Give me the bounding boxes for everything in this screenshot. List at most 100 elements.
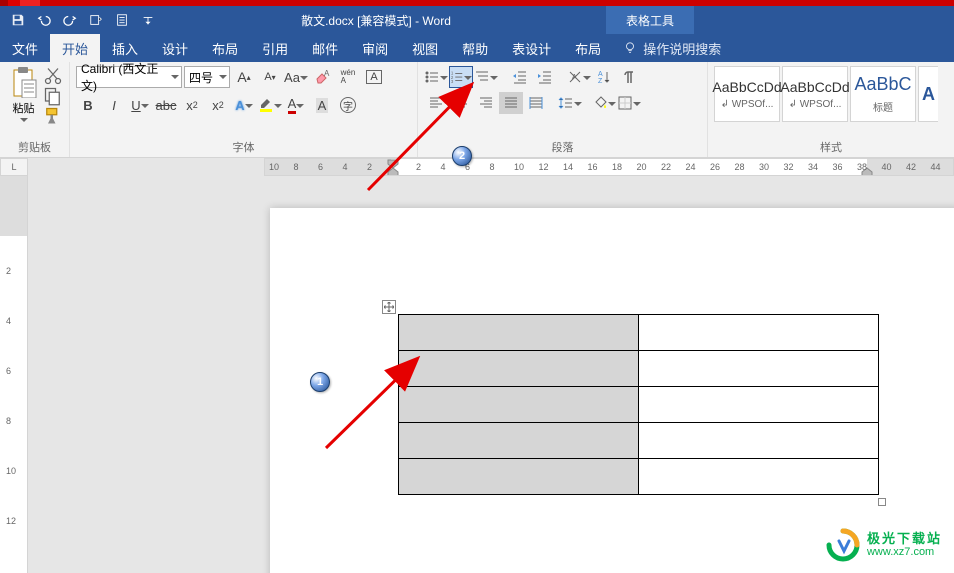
highlight-button[interactable] bbox=[258, 94, 282, 116]
vertical-ruler[interactable]: 2 4 6 8 10 12 bbox=[0, 176, 28, 573]
tab-review[interactable]: 审阅 bbox=[350, 34, 400, 62]
tab-home[interactable]: 开始 bbox=[50, 34, 100, 62]
enclose-char-button[interactable]: 字 bbox=[336, 94, 360, 116]
quick-access-toolbar bbox=[0, 8, 166, 32]
svg-text:A: A bbox=[598, 71, 603, 78]
callout-1: 1 bbox=[310, 372, 330, 392]
bold-button[interactable]: B bbox=[76, 94, 100, 116]
char-shading-button[interactable]: A bbox=[310, 94, 334, 116]
qat-customize[interactable] bbox=[136, 8, 160, 32]
change-case-button[interactable]: Aa bbox=[284, 66, 308, 88]
table-row bbox=[399, 351, 879, 387]
font-size-value: 四号 bbox=[189, 69, 213, 86]
multilevel-list-button[interactable] bbox=[474, 66, 498, 88]
char-border-button[interactable]: A bbox=[362, 66, 386, 88]
tab-view[interactable]: 视图 bbox=[400, 34, 450, 62]
tab-layout[interactable]: 布局 bbox=[200, 34, 250, 62]
save-button[interactable] bbox=[6, 8, 30, 32]
qat-button-2[interactable] bbox=[110, 8, 134, 32]
font-size-combo[interactable]: 四号 bbox=[184, 66, 230, 88]
redo-button[interactable] bbox=[58, 8, 82, 32]
phonetic-guide-button[interactable]: wénA bbox=[336, 66, 360, 88]
distribute-button[interactable] bbox=[524, 92, 548, 114]
superscript-button[interactable]: x2 bbox=[206, 94, 230, 116]
undo-button[interactable] bbox=[32, 8, 56, 32]
cut-button[interactable] bbox=[43, 66, 63, 84]
table-move-handle[interactable] bbox=[382, 300, 396, 314]
word-table[interactable] bbox=[398, 314, 879, 495]
table-cell-selected[interactable] bbox=[399, 459, 639, 495]
align-left-button[interactable] bbox=[424, 92, 448, 114]
document-title: 散文.docx [兼容模式] - Word bbox=[166, 12, 586, 29]
align-center-button[interactable] bbox=[449, 92, 473, 114]
line-spacing-button[interactable] bbox=[558, 92, 582, 114]
show-marks-button[interactable] bbox=[617, 66, 641, 88]
scissors-icon bbox=[43, 66, 63, 86]
tab-mailings[interactable]: 邮件 bbox=[300, 34, 350, 62]
table-cell-selected[interactable] bbox=[399, 387, 639, 423]
align-center-icon bbox=[453, 95, 469, 111]
table-cell[interactable] bbox=[639, 423, 879, 459]
style-name: ↲ WPSOf... bbox=[789, 99, 842, 110]
style-item-2[interactable]: AaBbCcDd ↲ WPSOf... bbox=[782, 66, 848, 122]
horizontal-ruler[interactable]: 1086422468101214161820222426283032343638… bbox=[264, 158, 954, 176]
sort-button[interactable]: AZ bbox=[592, 66, 616, 88]
table-cell-selected[interactable] bbox=[399, 423, 639, 459]
asian-layout-button[interactable]: A bbox=[567, 66, 591, 88]
indent-marker-left[interactable] bbox=[387, 159, 399, 176]
page bbox=[270, 208, 954, 573]
brush-icon bbox=[43, 106, 63, 126]
decrease-indent-button[interactable] bbox=[508, 66, 532, 88]
ruler-tab-selector[interactable]: L bbox=[0, 158, 28, 176]
document-canvas[interactable]: 1 bbox=[28, 176, 954, 573]
group-label-styles: 样式 bbox=[708, 139, 954, 157]
font-color-button[interactable]: A bbox=[284, 94, 308, 116]
underline-button[interactable]: U bbox=[128, 94, 152, 116]
eraser-icon: A bbox=[314, 69, 330, 85]
style-item-3[interactable]: AaBbC 标题 bbox=[850, 66, 916, 122]
table-cell[interactable] bbox=[639, 459, 879, 495]
svg-text:A: A bbox=[572, 74, 577, 81]
shading-button[interactable] bbox=[592, 92, 616, 114]
copy-button[interactable] bbox=[43, 86, 63, 104]
outdent-icon bbox=[512, 69, 528, 85]
pilcrow-icon bbox=[621, 69, 637, 85]
justify-button[interactable] bbox=[499, 92, 523, 114]
tab-design[interactable]: 设计 bbox=[150, 34, 200, 62]
borders-button[interactable] bbox=[617, 92, 641, 114]
increase-indent-button[interactable] bbox=[533, 66, 557, 88]
lightbulb-icon bbox=[623, 41, 637, 55]
tab-help[interactable]: 帮助 bbox=[450, 34, 500, 62]
table-cell-selected[interactable] bbox=[399, 351, 639, 387]
bullets-button[interactable] bbox=[424, 66, 448, 88]
italic-button[interactable]: I bbox=[102, 94, 126, 116]
style-item-partial[interactable]: A bbox=[918, 66, 938, 122]
tab-file[interactable]: 文件 bbox=[0, 34, 50, 62]
table-resize-handle[interactable] bbox=[878, 498, 886, 506]
grow-font-button[interactable]: A▴ bbox=[232, 66, 256, 88]
table-cell[interactable] bbox=[639, 387, 879, 423]
qat-button-1[interactable] bbox=[84, 8, 108, 32]
table-cell-selected[interactable] bbox=[399, 315, 639, 351]
style-item-1[interactable]: AaBbCcDd ↲ WPSOf... bbox=[714, 66, 780, 122]
numbering-button[interactable]: 123 bbox=[449, 66, 473, 88]
bullets-icon bbox=[424, 69, 440, 85]
table-cell[interactable] bbox=[639, 315, 879, 351]
copy-icon bbox=[43, 86, 63, 106]
subscript-button[interactable]: x2 bbox=[180, 94, 204, 116]
clear-formatting-button[interactable]: A bbox=[310, 66, 334, 88]
text-effects-button[interactable]: A bbox=[232, 94, 256, 116]
paste-button[interactable]: 粘贴 bbox=[6, 66, 41, 122]
align-right-button[interactable] bbox=[474, 92, 498, 114]
tab-insert[interactable]: 插入 bbox=[100, 34, 150, 62]
table-cell[interactable] bbox=[639, 351, 879, 387]
tab-references[interactable]: 引用 bbox=[250, 34, 300, 62]
tab-table-design[interactable]: 表设计 bbox=[500, 34, 563, 62]
chevron-down-icon bbox=[20, 118, 28, 122]
shrink-font-button[interactable]: A▾ bbox=[258, 66, 282, 88]
tell-me-search[interactable]: 操作说明搜索 bbox=[613, 34, 731, 62]
tab-table-layout[interactable]: 布局 bbox=[563, 34, 613, 62]
format-painter-button[interactable] bbox=[43, 106, 63, 124]
font-name-combo[interactable]: Calibri (西文正文) bbox=[76, 66, 182, 88]
strikethrough-button[interactable]: abc bbox=[154, 94, 178, 116]
